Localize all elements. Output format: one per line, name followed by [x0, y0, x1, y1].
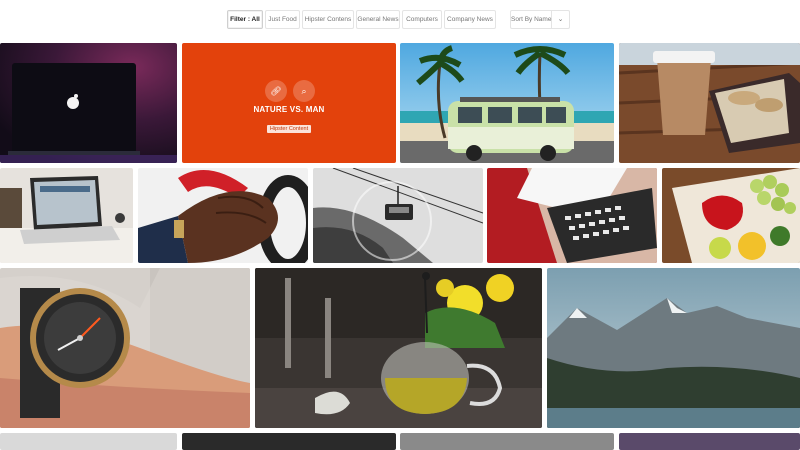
glove-image [138, 168, 308, 263]
filter-bar: Filter : All Just Food Hipster Contens G… [0, 10, 800, 30]
bottom-image-4 [619, 433, 800, 450]
filter-computers-button[interactable]: Computers [402, 10, 442, 29]
laptop-keyboard-image [487, 168, 657, 263]
gallery-item-mountain[interactable] [547, 268, 800, 428]
bottom-image-2 [182, 433, 396, 450]
filter-company-news-button[interactable]: Company News [444, 10, 496, 29]
bottom-image-3 [400, 433, 614, 450]
gallery-item-bottom-4[interactable] [619, 433, 800, 450]
gallery-item-nature-vs-man[interactable]: 🔗︎ ⌕ NATURE VS. MAN Hipster Content [182, 43, 396, 163]
macbook-image [0, 43, 177, 163]
item-title: NATURE VS. MAN [253, 105, 325, 114]
gallery-item-fruit[interactable] [662, 168, 800, 263]
van-beach-image [400, 43, 614, 163]
search-icon[interactable]: ⌕ [293, 80, 315, 102]
laptop-desk-image [0, 168, 133, 263]
fruit-image [662, 168, 800, 263]
teapot-image [255, 268, 542, 428]
filter-all-button[interactable]: Filter : All [227, 10, 263, 29]
watch-image [0, 268, 250, 428]
hover-actions: 🔗︎ ⌕ [265, 80, 315, 102]
gallery-item-teapot[interactable] [255, 268, 542, 428]
bottom-image-1 [0, 433, 177, 450]
link-icon[interactable]: 🔗︎ [265, 80, 287, 102]
item-category-wrap: Hipster Content [182, 117, 396, 135]
coffee-image [619, 43, 800, 163]
chevron-down-icon[interactable]: ⌄ [552, 10, 570, 29]
gallery-item-coffee[interactable] [619, 43, 800, 163]
mountain-image [547, 268, 800, 428]
sort-by-name-button[interactable]: Sort By Name [510, 10, 552, 29]
gallery-item-macbook[interactable] [0, 43, 177, 163]
gallery-item-bottom-1[interactable] [0, 433, 177, 450]
gallery-item-laptop-desk[interactable] [0, 168, 133, 263]
gallery-item-watch[interactable] [0, 268, 250, 428]
cable-car-image [313, 168, 483, 263]
filter-just-food-button[interactable]: Just Food [265, 10, 300, 29]
gallery-item-vw-van[interactable] [400, 43, 614, 163]
filter-hipster-button[interactable]: Hipster Contens [302, 10, 354, 29]
gallery-item-bottom-3[interactable] [400, 433, 614, 450]
gallery-item-glove[interactable] [138, 168, 308, 263]
gallery-item-cable-car[interactable] [313, 168, 483, 263]
item-category[interactable]: Hipster Content [266, 125, 312, 133]
gallery-item-laptop-keyboard[interactable] [487, 168, 657, 263]
filter-general-news-button[interactable]: General News [356, 10, 400, 29]
gallery-item-bottom-2[interactable] [182, 433, 396, 450]
